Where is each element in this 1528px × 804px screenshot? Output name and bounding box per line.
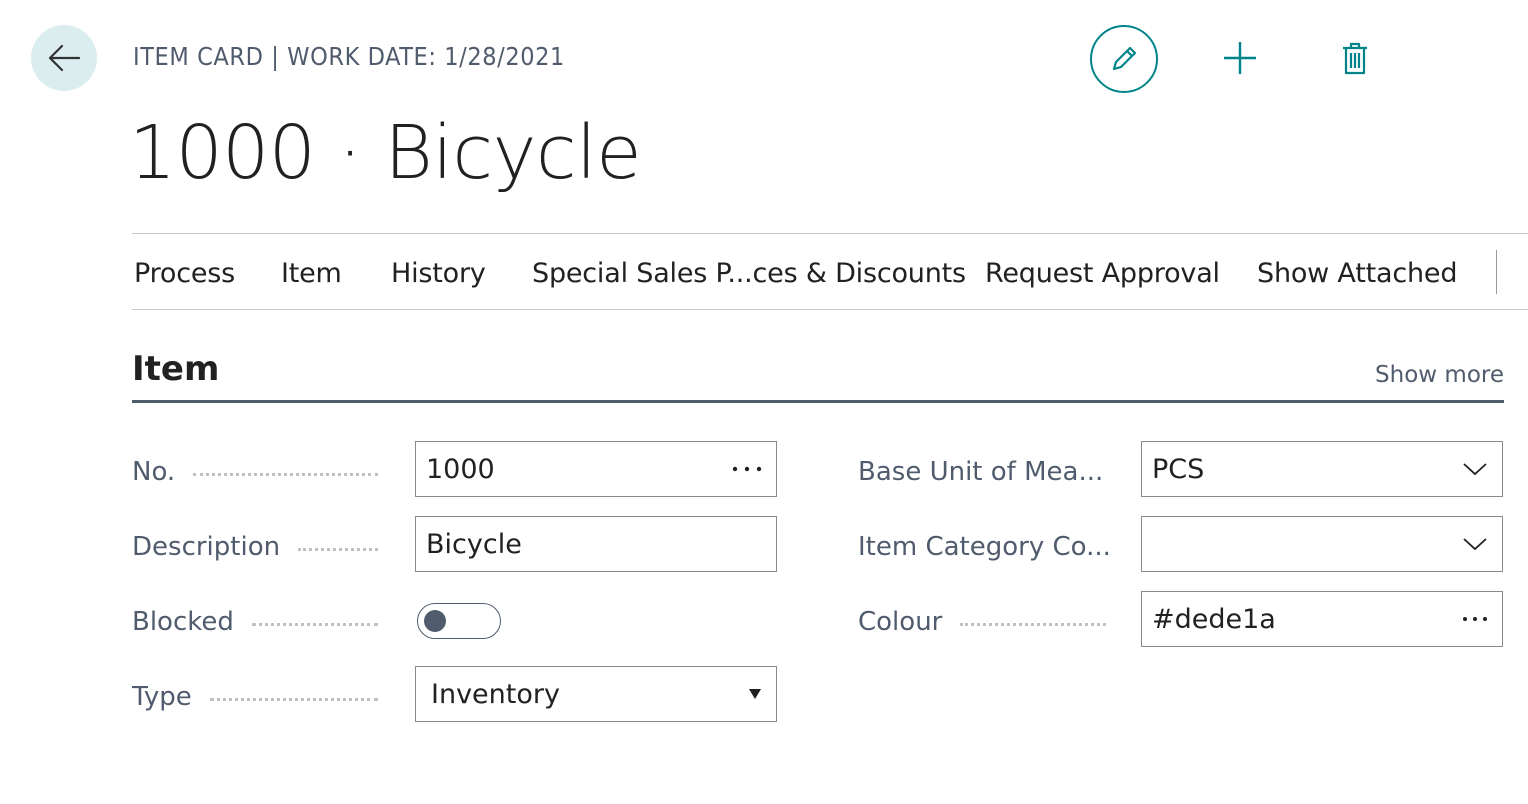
group-title-item: Item (132, 349, 220, 389)
ellipsis-icon (1463, 617, 1487, 621)
type-dropdown-button[interactable] (748, 667, 762, 721)
plus-icon (1224, 42, 1256, 74)
item-category-field[interactable] (1141, 516, 1503, 572)
action-item[interactable]: Item (281, 258, 342, 289)
chevron-down-icon (1463, 538, 1487, 551)
action-show-attached[interactable]: Show Attached (1257, 258, 1457, 289)
new-button[interactable] (1218, 36, 1262, 80)
action-special-sales-prices[interactable]: Special Sales P...ces & Discounts (532, 258, 966, 289)
field-label-type: Type (132, 677, 392, 717)
blocked-toggle[interactable] (417, 603, 501, 639)
action-history[interactable]: History (391, 258, 486, 289)
action-bar: Process Item History Special Sales P...c… (132, 233, 1528, 310)
back-arrow-icon (48, 44, 81, 72)
item-category-dropdown-button[interactable] (1462, 517, 1488, 571)
field-label-colour: Colour (858, 602, 1120, 642)
description-field[interactable]: Bicycle (415, 516, 777, 572)
field-label-description: Description (132, 527, 392, 567)
field-label-item-category: Item Category Co... (858, 532, 1111, 562)
pencil-icon (1112, 46, 1137, 71)
page-title: 1000 · Bicycle (129, 110, 642, 196)
delete-button[interactable] (1336, 36, 1374, 80)
colour-field[interactable]: #dede1a (1141, 591, 1503, 647)
chevron-down-icon (1463, 463, 1487, 476)
page-caption: ITEM CARD | WORK DATE: 1/28/2021 (133, 42, 565, 71)
group-divider (132, 400, 1504, 403)
show-more-link[interactable]: Show more (1375, 362, 1504, 388)
field-label-blocked: Blocked (132, 602, 392, 642)
type-select[interactable]: Inventory (415, 666, 777, 722)
caret-down-icon (749, 689, 761, 699)
base-unit-dropdown-button[interactable] (1462, 442, 1488, 496)
field-label-base-unit: Base Unit of Mea... (858, 457, 1104, 487)
toggle-knob (424, 610, 446, 632)
back-button[interactable] (31, 25, 97, 91)
colour-assist-button[interactable] (1462, 592, 1488, 646)
no-field[interactable]: 1000 (415, 441, 777, 497)
action-process[interactable]: Process (134, 258, 235, 289)
edit-button[interactable] (1090, 25, 1158, 93)
base-unit-field[interactable]: PCS (1141, 441, 1503, 497)
action-bar-divider (1496, 250, 1497, 294)
assist-edit-button[interactable] (732, 442, 762, 496)
field-label-no: No. (132, 452, 392, 492)
ellipsis-icon (732, 466, 762, 472)
action-request-approval[interactable]: Request Approval (985, 258, 1220, 289)
trash-icon (1343, 42, 1367, 75)
